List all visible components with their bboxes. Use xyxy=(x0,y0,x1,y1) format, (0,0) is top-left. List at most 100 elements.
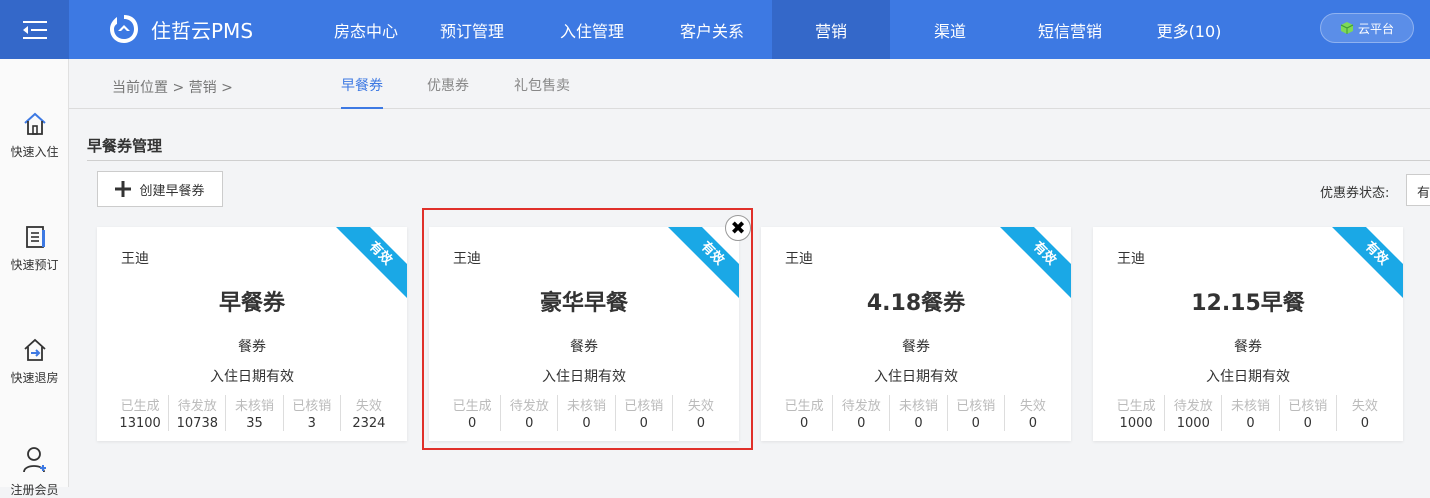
quick-actions-sidebar: 快速入住 快速预订 快速退房 注册会员 xyxy=(0,59,69,497)
stat-label: 已核销 xyxy=(1288,399,1328,414)
stat-value: 0 xyxy=(1246,416,1255,431)
stat-label: 已核销 xyxy=(956,399,996,414)
sidebar-item-quick-booking[interactable]: 快速预订 xyxy=(0,224,69,273)
stat-cell: 未核销 35 xyxy=(226,395,284,431)
brand-name: 住哲云PMS xyxy=(151,18,254,43)
stat-cell: 已生成 0 xyxy=(776,395,834,431)
stat-label: 已生成 xyxy=(120,399,160,414)
stat-value: 0 xyxy=(1028,416,1038,431)
sidebar-item-label: 快速退房 xyxy=(10,371,59,385)
stat-value: 1000 xyxy=(1176,416,1210,431)
stat-value: 0 xyxy=(914,416,923,431)
status-filter-label: 优惠券状态: xyxy=(1320,186,1390,201)
tab-breakfast-voucher[interactable]: 早餐券 xyxy=(341,75,383,109)
selected-card-highlight xyxy=(422,208,753,450)
nav-item-0[interactable]: 房态中心 xyxy=(320,0,412,59)
card-owner: 王迪 xyxy=(121,251,149,267)
stat-cell: 已生成 13100 xyxy=(112,395,170,431)
stat-label: 待发放 xyxy=(177,399,217,414)
card-name: 早餐券 xyxy=(218,291,285,316)
stat-label: 待发放 xyxy=(1173,399,1213,414)
nav-item-5[interactable]: 渠道 xyxy=(890,0,1010,59)
voucher-card[interactable]: 有效 王迪 4.18餐券 餐券 入住日期有效 已生成 0 待发放 0 未核销 0 已核销 0 失效 0 xyxy=(761,227,1071,441)
stat-value: 2324 xyxy=(352,416,386,431)
nav-item-4[interactable]: 营销 xyxy=(772,0,890,59)
stat-value: 1000 xyxy=(1119,416,1153,431)
stat-value: 0 xyxy=(857,416,866,431)
sidebar-item-quick-checkout[interactable]: 快速退房 xyxy=(0,337,69,386)
sidebar-item-label: 快速入住 xyxy=(10,145,59,159)
voucher-card[interactable]: 有效 王迪 早餐券 餐券 入住日期有效 已生成 13100 待发放 10738 未核销 35 已核销 3… xyxy=(97,227,407,441)
card-type: 餐券 xyxy=(238,339,266,355)
nav-item-3[interactable]: 客户关系 xyxy=(652,0,772,59)
stat-value: 35 xyxy=(246,416,263,431)
card-owner: 王迪 xyxy=(785,251,813,267)
stat-value: 3 xyxy=(307,416,316,431)
checkout-icon xyxy=(23,338,46,361)
sub-header: 当前位置 > 营销 > 早餐券 优惠券 礼包售卖 xyxy=(69,59,1430,109)
stat-label: 已生成 xyxy=(1116,399,1156,414)
stat-label: 未核销 xyxy=(1231,399,1271,414)
stat-cell: 失效 0 xyxy=(1005,395,1061,431)
status-filter-select[interactable]: 有 xyxy=(1406,174,1430,206)
stat-label: 待发放 xyxy=(841,399,881,414)
cloud-platform-button[interactable]: 云平台 xyxy=(1320,13,1414,43)
stat-cell: 待发放 1000 xyxy=(1165,395,1223,431)
voucher-card[interactable]: 有效 王迪 12.15早餐 餐券 入住日期有效 已生成 1000 待发放 1000 未核销 0 已核销… xyxy=(1093,227,1403,441)
stat-cell: 未核销 0 xyxy=(1222,395,1280,431)
stat-label: 未核销 xyxy=(235,399,275,414)
stat-cell: 失效 0 xyxy=(1337,395,1393,431)
stat-cell: 失效 2324 xyxy=(341,395,397,431)
menu-toggle-button[interactable] xyxy=(0,0,69,59)
tab-coupon[interactable]: 优惠券 xyxy=(427,75,469,109)
main-nav: 房态中心 预订管理 入住管理 客户关系 营销 渠道 短信营销 更多(10) xyxy=(320,0,1248,59)
card-type: 餐券 xyxy=(1234,339,1262,355)
card-validity: 入住日期有效 xyxy=(874,369,958,385)
stat-value: 10738 xyxy=(176,416,218,431)
sidebar-item-quick-checkin[interactable]: 快速入住 xyxy=(0,111,69,160)
stat-value: 13100 xyxy=(119,416,161,431)
card-owner: 王迪 xyxy=(1117,251,1145,267)
card-type: 餐券 xyxy=(902,339,930,355)
create-button-label: 创建早餐券 xyxy=(139,183,205,199)
stat-label: 已核销 xyxy=(292,399,332,414)
section-title: 早餐券管理 xyxy=(87,137,163,155)
create-breakfast-voucher-button[interactable]: 创建早餐券 xyxy=(97,171,223,207)
nav-item-2[interactable]: 入住管理 xyxy=(532,0,652,59)
nav-item-6[interactable]: 短信营销 xyxy=(1010,0,1130,59)
stat-label: 失效 xyxy=(355,399,382,414)
stat-label: 失效 xyxy=(1351,399,1378,414)
tab-gift-package[interactable]: 礼包售卖 xyxy=(514,75,570,109)
cube-icon xyxy=(1340,22,1354,34)
card-stats: 已生成 13100 待发放 10738 未核销 35 已核销 3 失效 2324 xyxy=(112,395,397,431)
stat-cell: 已生成 1000 xyxy=(1108,395,1166,431)
breadcrumb: 当前位置 > 营销 > xyxy=(112,80,233,96)
stat-cell: 已核销 0 xyxy=(1280,395,1337,431)
top-navigation-bar: 住哲云PMS 房态中心 预订管理 入住管理 客户关系 营销 渠道 短信营销 更多(10) 云平… xyxy=(0,0,1430,59)
nav-item-7[interactable]: 更多(10) xyxy=(1130,0,1248,59)
home-icon xyxy=(23,112,46,135)
stat-cell: 已核销 0 xyxy=(948,395,1005,431)
stat-label: 已生成 xyxy=(784,399,824,414)
section-divider xyxy=(87,160,1430,161)
document-icon xyxy=(25,226,45,248)
stat-value: 0 xyxy=(799,416,809,431)
close-icon[interactable]: ✖ xyxy=(725,215,751,241)
card-name: 12.15早餐 xyxy=(1191,291,1305,316)
stat-cell: 待发放 0 xyxy=(833,395,891,431)
sidebar-item-register-member[interactable]: 注册会员 xyxy=(0,445,69,498)
stat-cell: 待发放 10738 xyxy=(169,395,227,431)
stat-cell: 已核销 3 xyxy=(284,395,341,431)
stat-value: 0 xyxy=(1303,416,1312,431)
card-validity: 入住日期有效 xyxy=(1206,369,1290,385)
cloud-platform-label: 云平台 xyxy=(1357,21,1394,36)
stat-value: 0 xyxy=(971,416,980,431)
stat-label: 未核销 xyxy=(899,399,939,414)
add-user-icon xyxy=(22,447,46,473)
card-name: 4.18餐券 xyxy=(866,291,966,316)
nav-item-1[interactable]: 预订管理 xyxy=(412,0,532,59)
stat-cell: 未核销 0 xyxy=(890,395,948,431)
menu-collapse-icon xyxy=(22,20,47,39)
brand-logo-icon xyxy=(110,15,138,43)
brand-logo[interactable]: 住哲云PMS xyxy=(107,12,253,46)
